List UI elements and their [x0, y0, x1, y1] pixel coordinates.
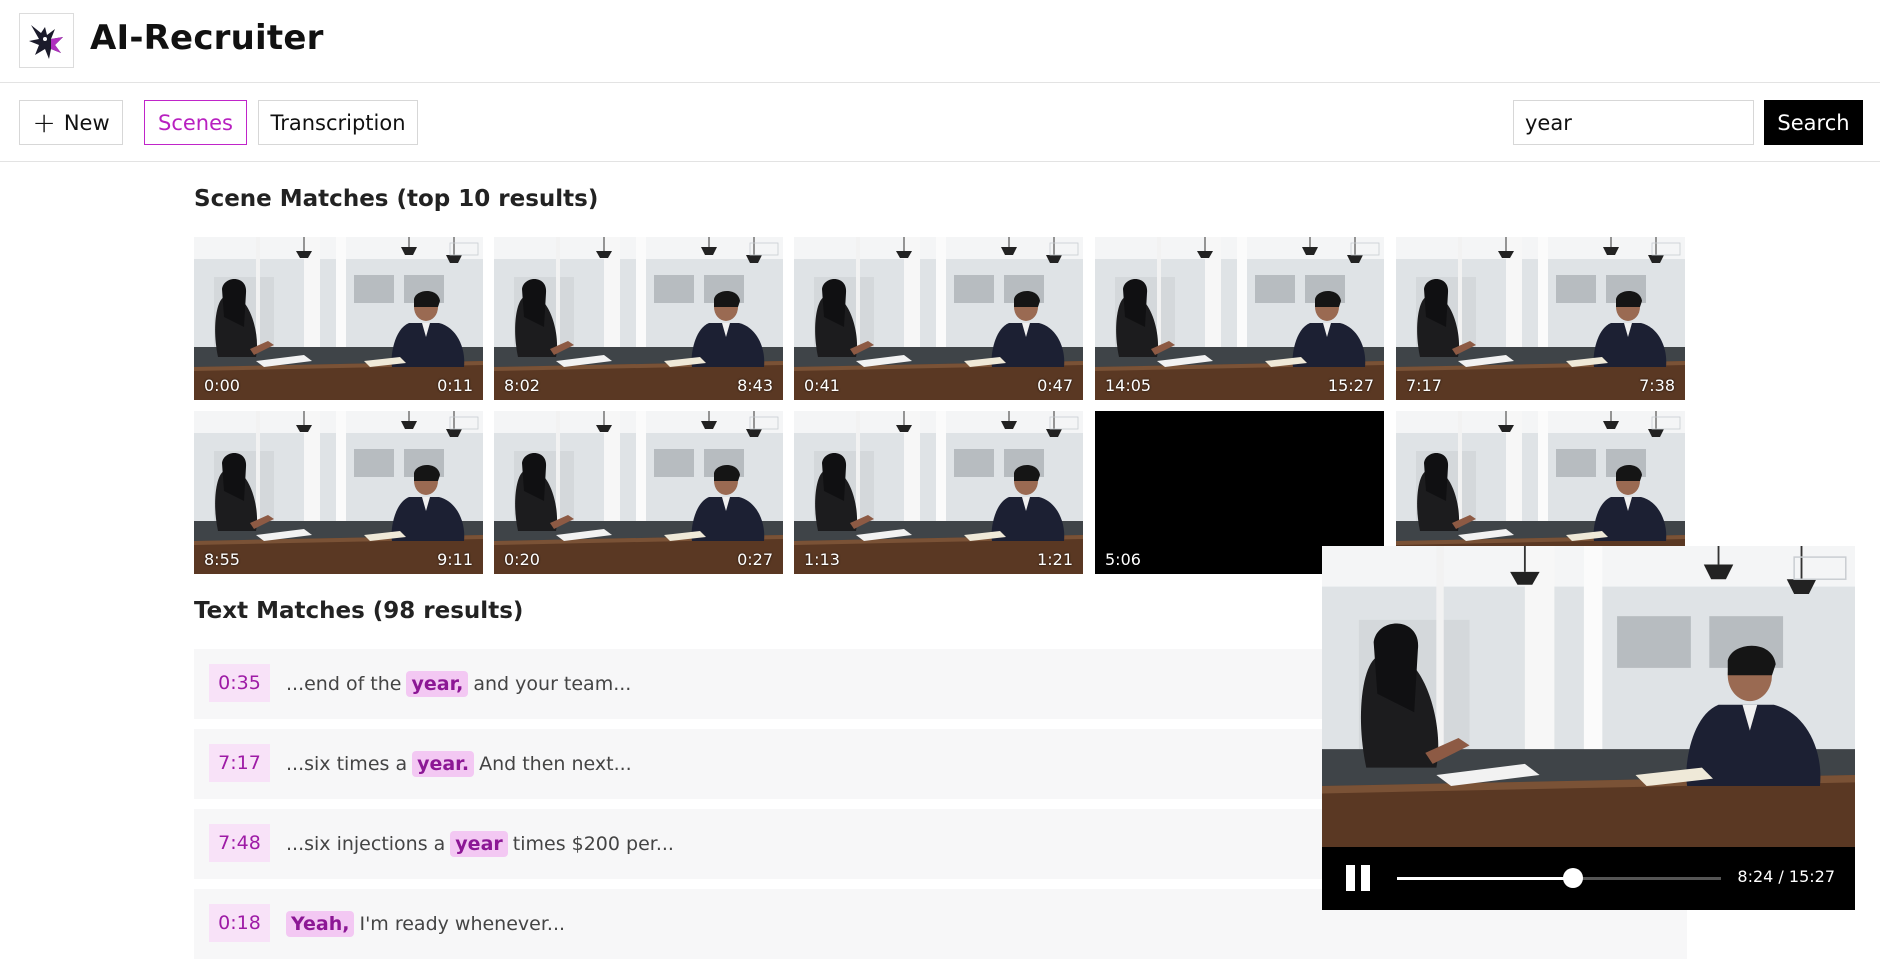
seek-progress: [1397, 877, 1574, 880]
scene-thumbnail[interactable]: 7:17 7:38: [1396, 237, 1685, 400]
video-player[interactable]: 8:24 / 15:27: [1322, 546, 1855, 910]
snippet-before: ...six injections a: [286, 833, 446, 855]
raven-logo-icon[interactable]: [19, 13, 74, 68]
scene-end-time: 1:21: [1037, 550, 1073, 569]
scene-thumbnail[interactable]: 0:20 0:27: [494, 411, 783, 574]
scene-start-time: 7:17: [1406, 376, 1442, 395]
timestamp-badge[interactable]: 7:17: [209, 744, 270, 782]
scene-end-time: 9:11: [437, 550, 473, 569]
toolbar: + New Scenes Transcription Search: [0, 83, 1880, 162]
scene-start-time: 5:06: [1105, 550, 1141, 569]
scene-end-time: 15:27: [1327, 376, 1374, 395]
scene-thumbnail[interactable]: 0:41 0:47: [794, 237, 1083, 400]
tab-transcription[interactable]: Transcription: [258, 100, 418, 145]
search-input[interactable]: [1513, 100, 1754, 145]
app-header: AI-Recruiter: [0, 0, 1880, 83]
video-frame: [1322, 546, 1855, 847]
search-button[interactable]: Search: [1764, 100, 1863, 145]
new-button[interactable]: + New: [19, 100, 123, 145]
seek-handle[interactable]: [1563, 868, 1584, 888]
timestamp-badge[interactable]: 0:18: [209, 904, 270, 942]
tab-scenes[interactable]: Scenes: [144, 100, 247, 145]
scene-start-time: 0:20: [504, 550, 540, 569]
snippet-after: and your team...: [473, 673, 632, 695]
scene-end-time: 8:43: [737, 376, 773, 395]
scene-thumbnail[interactable]: 14:05 15:27: [1095, 237, 1384, 400]
match-snippet: ...six times a year. And then next...: [286, 729, 632, 799]
scene-end-time: 7:38: [1639, 376, 1675, 395]
search-highlight: year,: [406, 671, 469, 697]
timestamp-badge[interactable]: 7:48: [209, 824, 270, 862]
scene-start-time: 8:55: [204, 550, 240, 569]
scene-end-time: 0:47: [1037, 376, 1073, 395]
scene-thumbnail[interactable]: 1:13 1:21: [794, 411, 1083, 574]
snippet-before: ...six times a: [286, 753, 408, 775]
app-title: AI-Recruiter: [90, 18, 324, 58]
new-button-label: New: [63, 110, 110, 135]
search-highlight: year.: [412, 751, 475, 777]
scene-thumbnail[interactable]: 0:00 0:11: [194, 237, 483, 400]
timestamp-badge[interactable]: 0:35: [209, 664, 270, 702]
snippet-after: I'm ready whenever...: [359, 913, 566, 935]
scene-thumbnail[interactable]: 8:55 9:11: [194, 411, 483, 574]
match-snippet: ...end of the year, and your team...: [286, 649, 631, 719]
seek-bar[interactable]: [1397, 868, 1721, 888]
scene-start-time: 0:41: [804, 376, 840, 395]
scene-start-time: 8:02: [504, 376, 540, 395]
snippet-after: And then next...: [479, 753, 632, 775]
text-matches-heading: Text Matches (98 results): [194, 598, 524, 624]
search-highlight: year: [450, 831, 508, 857]
scene-start-time: 0:00: [204, 376, 240, 395]
snippet-after: times $200 per...: [512, 833, 674, 855]
time-readout: 8:24 / 15:27: [1737, 867, 1835, 886]
scene-thumbnail[interactable]: 8:02 8:43: [494, 237, 783, 400]
scene-end-time: 0:11: [437, 376, 473, 395]
match-snippet: ...six injections a year times $200 per...: [286, 809, 674, 879]
scene-start-time: 14:05: [1105, 376, 1152, 395]
snippet-before: ...end of the: [286, 673, 402, 695]
scene-end-time: 0:27: [737, 550, 773, 569]
scene-start-time: 1:13: [804, 550, 840, 569]
pause-icon[interactable]: [1346, 865, 1372, 891]
search-highlight: Yeah,: [286, 911, 355, 937]
plus-icon: +: [32, 105, 56, 139]
scene-matches-heading: Scene Matches (top 10 results): [194, 186, 599, 212]
player-controls: 8:24 / 15:27: [1322, 847, 1855, 910]
